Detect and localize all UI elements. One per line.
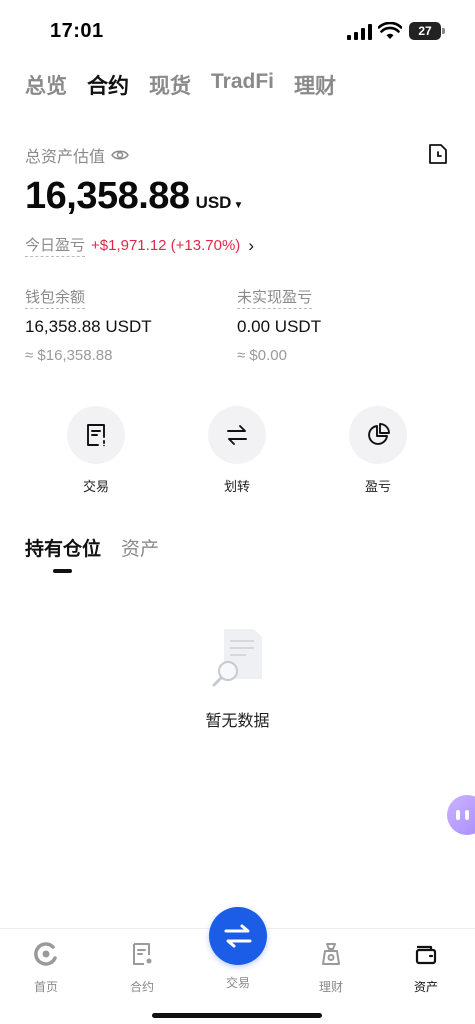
pie-chart-icon [368, 423, 390, 445]
earn-icon [322, 943, 340, 965]
trade-doc-icon [87, 424, 105, 447]
eye-icon[interactable] [111, 148, 129, 162]
swap-icon [224, 924, 252, 948]
unrealized-pnl-usd: ≈ $0.00 [237, 347, 287, 364]
empty-state-text: 暂无数据 [205, 713, 270, 730]
total-asset-label-row: 总资产估值 [25, 143, 129, 167]
status-bar: 17:01 27 [0, 0, 475, 62]
transfer-icon [227, 425, 247, 445]
tab-overview[interactable]: 总览 [25, 70, 67, 100]
active-tab-indicator [53, 569, 72, 573]
nav-earn-label: 理财 [318, 980, 343, 994]
assistant-bubble[interactable] [447, 795, 475, 835]
status-time: 17:01 [50, 20, 104, 42]
nav-trade-label: 交易 [225, 976, 250, 990]
currency-selector[interactable]: USD ▼ [196, 193, 244, 213]
transfer-action-label: 划转 [223, 479, 250, 494]
tab-spot[interactable]: 现货 [149, 70, 191, 100]
trade-action-label: 交易 [82, 479, 109, 494]
nav-contract-label: 合约 [129, 980, 154, 994]
currency-label: USD [195, 193, 232, 212]
bubble-eye-right [464, 810, 469, 820]
wallet-balance-label: 钱包余额 [25, 286, 86, 309]
position-tabs: 持有仓位 资产 [25, 534, 159, 561]
today-pnl-value: +$1,971.12 (+13.70%) [91, 237, 241, 254]
trade-action-circle [67, 406, 125, 464]
pnl-action-circle [349, 406, 407, 464]
unrealized-pnl-block: 未实现盈亏 0.00 USDT ≈ $0.00 [237, 286, 321, 364]
tab-open-positions[interactable]: 持有仓位 [25, 534, 101, 561]
nav-earn[interactable]: 理财 [301, 941, 361, 995]
empty-search-doc-icon [212, 629, 262, 687]
nav-contract[interactable]: 合约 [112, 941, 172, 995]
tab-futures[interactable]: 合约 [87, 70, 129, 100]
wallet-icon [415, 945, 437, 965]
unrealized-pnl-label: 未实现盈亏 [237, 286, 313, 309]
wifi-icon [378, 22, 402, 39]
tab-assets[interactable]: 资产 [121, 534, 159, 561]
total-asset-label: 总资产估值 [25, 149, 106, 166]
wallet-balance-value: 16,358.88 USDT [25, 317, 152, 336]
home-icon [34, 942, 57, 966]
top-tabs: 总览 合约 现货 TradFi 理财 [25, 70, 336, 100]
battery-indicator: 27 [409, 22, 441, 40]
transfer-action-circle [208, 406, 266, 464]
battery-cap [442, 28, 445, 34]
wallet-balance-block: 钱包余额 16,358.88 USDT ≈ $16,358.88 [25, 286, 152, 364]
pnl-action-label: 盈亏 [364, 479, 391, 494]
nav-assets[interactable]: 资产 [396, 941, 456, 995]
total-asset-row: 16,358.88 USD ▼ [25, 175, 243, 218]
signal-icon [347, 24, 372, 40]
caret-down-icon: ▼ [233, 200, 244, 211]
wallet-balance-usd: ≈ $16,358.88 [25, 347, 113, 364]
chevron-right-icon: › [248, 235, 254, 255]
nav-trade-button[interactable] [209, 907, 267, 965]
home-indicator [152, 1013, 322, 1018]
pnl-action-button[interactable]: 盈亏 [333, 406, 423, 495]
total-asset-value: 16,358.88 [25, 175, 190, 217]
transfer-action-button[interactable]: 划转 [192, 406, 282, 495]
today-pnl-label: 今日盈亏 [25, 234, 86, 257]
nav-home-label: 首页 [33, 980, 58, 994]
unrealized-pnl-value: 0.00 USDT [237, 317, 322, 336]
nav-home[interactable]: 首页 [16, 941, 76, 995]
bubble-eye-left [455, 810, 460, 820]
nav-assets-label: 资产 [413, 980, 438, 994]
contract-icon [133, 943, 152, 965]
tab-tradfi[interactable]: TradFi [211, 70, 274, 100]
today-pnl-row[interactable]: 今日盈亏 +$1,971.12 (+13.70%) › [25, 234, 254, 257]
trade-action-button[interactable]: 交易 [51, 406, 141, 495]
history-doc-icon[interactable] [428, 143, 448, 165]
tab-earn[interactable]: 理财 [294, 70, 336, 100]
